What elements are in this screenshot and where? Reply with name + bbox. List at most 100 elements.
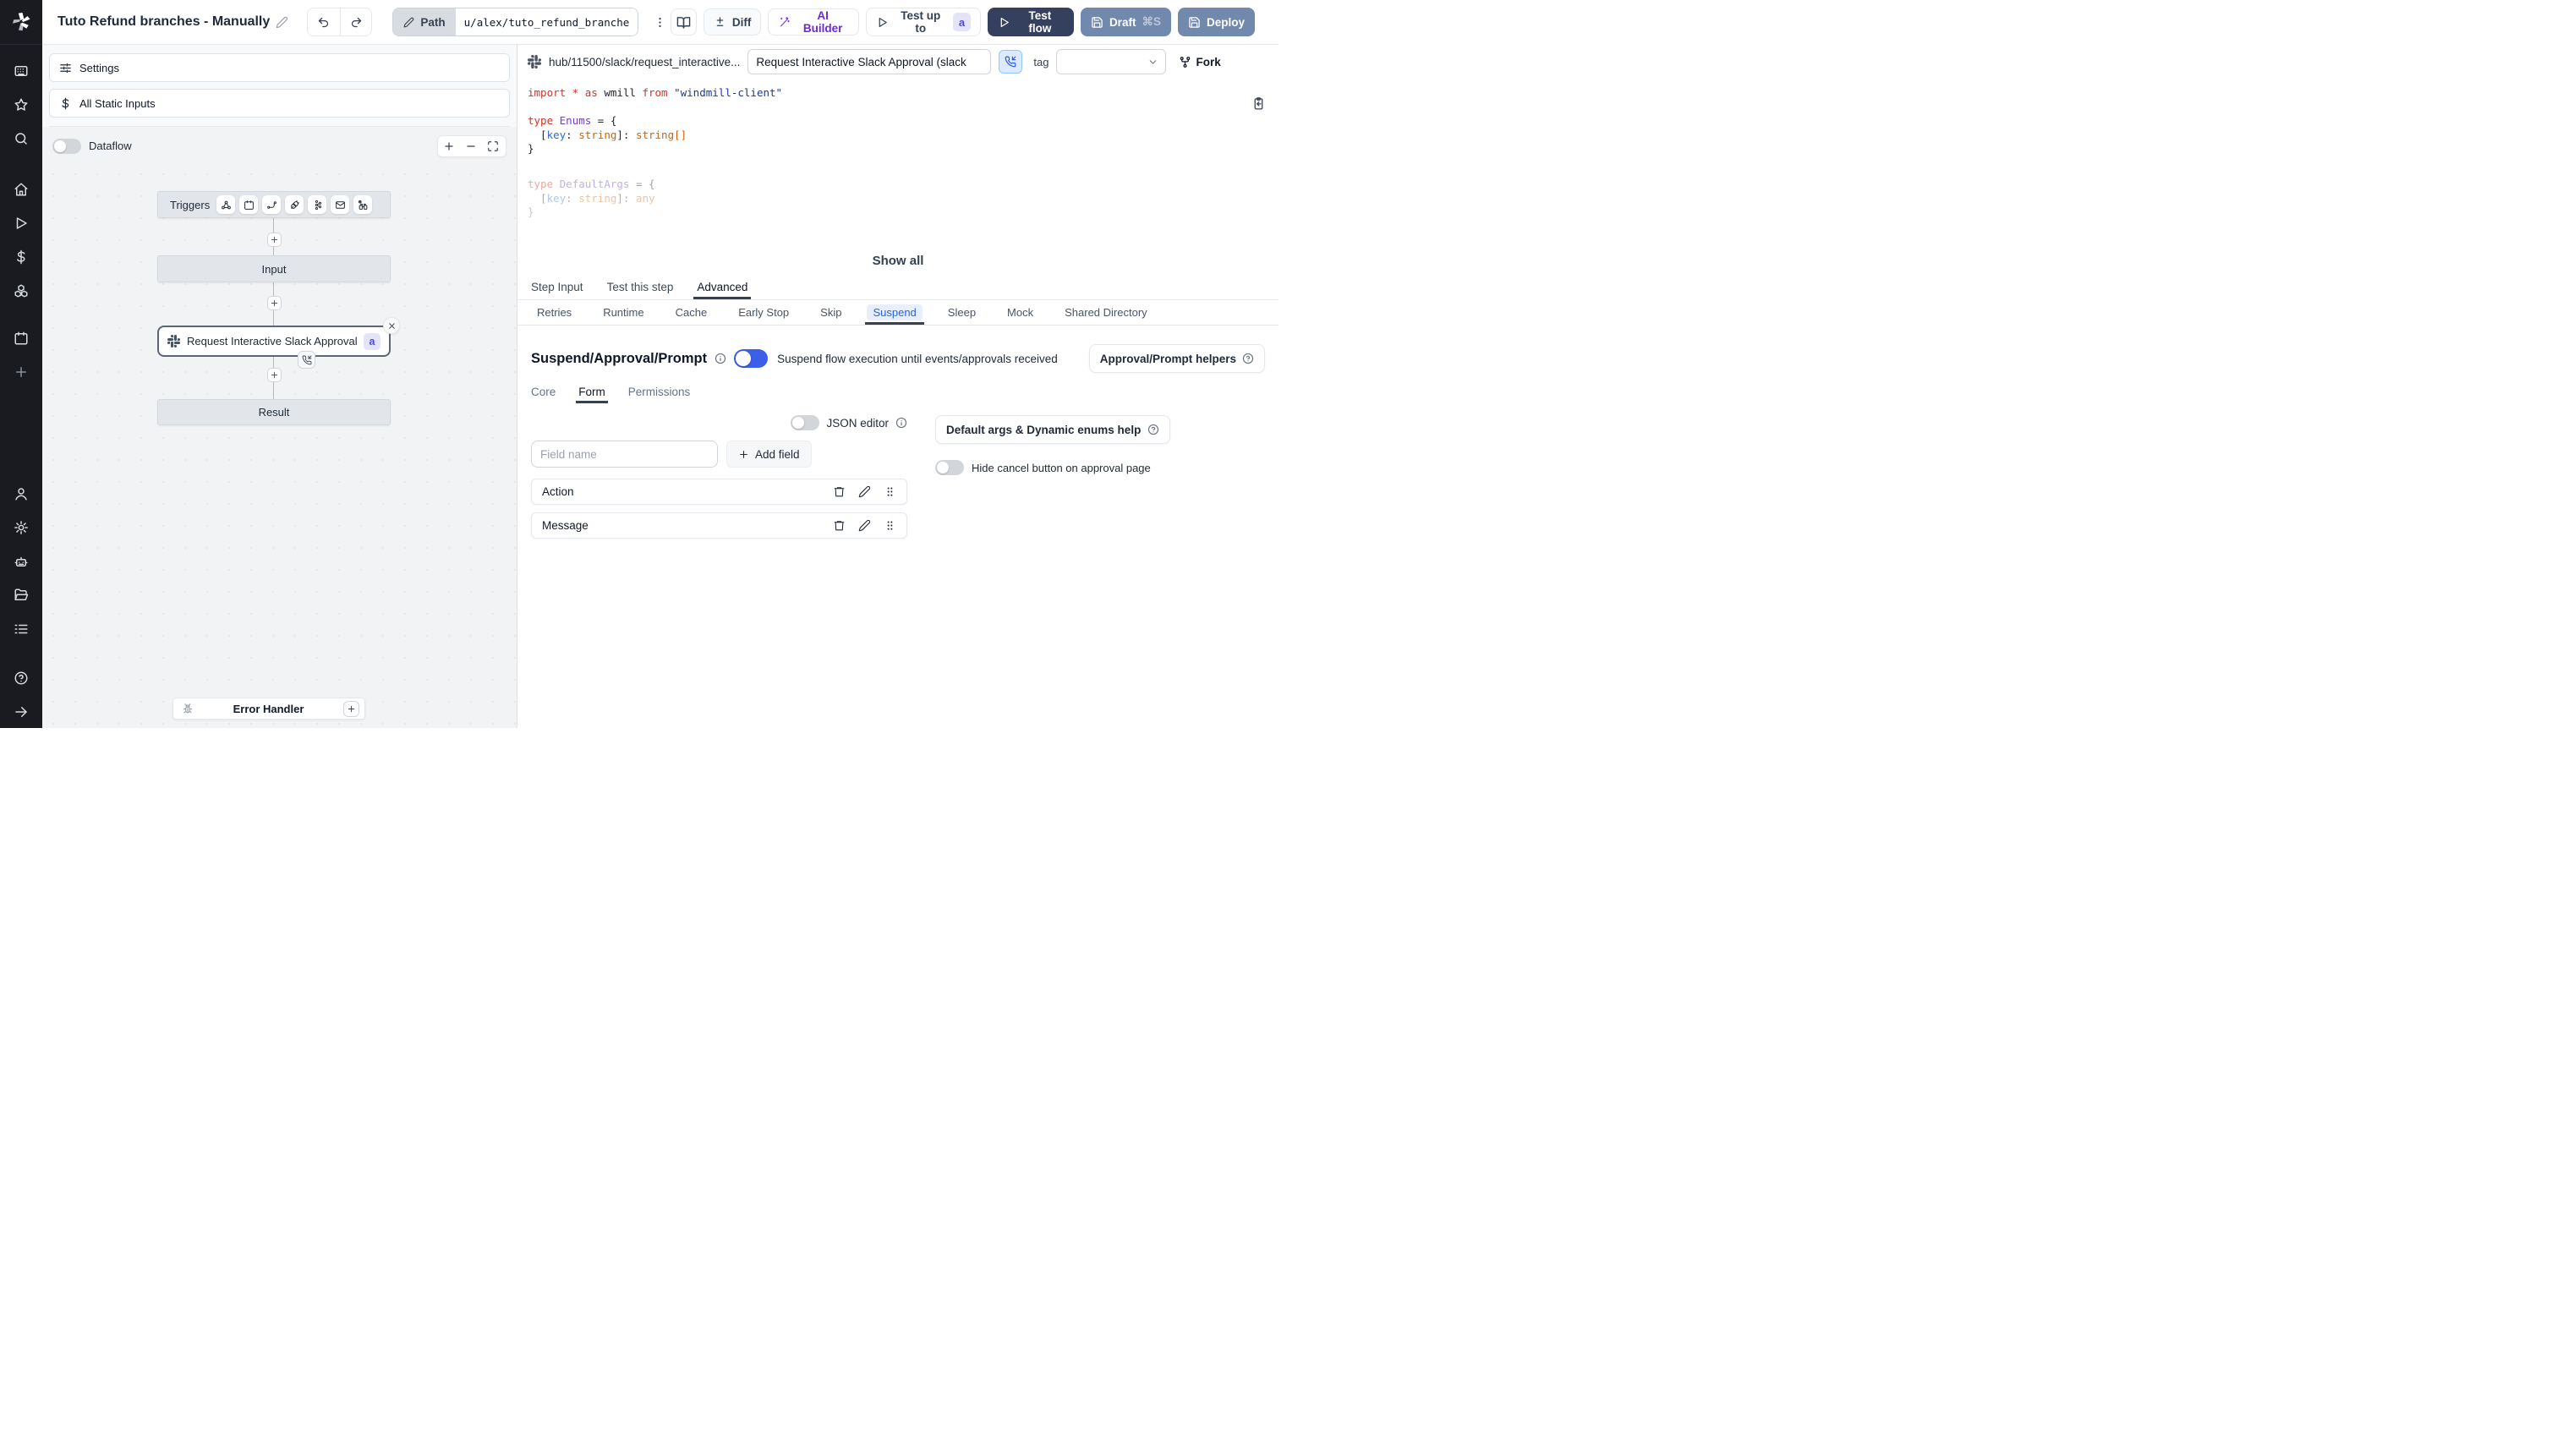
error-handler-node[interactable]: Error Handler xyxy=(172,698,365,720)
all-static-inputs-button[interactable]: All Static Inputs xyxy=(49,89,510,118)
approval-prompt-helpers-button[interactable]: Approval/Prompt helpers xyxy=(1088,344,1265,373)
tab-form[interactable]: Form xyxy=(576,380,608,403)
path-input[interactable] xyxy=(455,8,638,36)
save-draft-button[interactable]: Draft ⌘S xyxy=(1080,8,1171,36)
subtab-runtime[interactable]: Runtime xyxy=(597,300,649,325)
show-all-button[interactable]: Show all xyxy=(517,254,1278,268)
folders-icon[interactable] xyxy=(14,588,29,603)
path-button[interactable]: Path xyxy=(393,8,456,36)
settings-gear-icon[interactable] xyxy=(14,520,29,535)
hide-cancel-toggle[interactable] xyxy=(935,460,964,475)
slack-approval-step-node[interactable]: Request Interactive Slack Approval (... … xyxy=(157,326,391,357)
favorites-star-icon[interactable] xyxy=(14,97,29,112)
flow-settings-button[interactable]: Settings xyxy=(49,53,510,82)
home-icon[interactable] xyxy=(14,182,29,197)
trigger-websocket-icon[interactable] xyxy=(285,195,304,214)
edit-field-pencil-icon[interactable] xyxy=(858,519,871,532)
logs-list-icon[interactable] xyxy=(14,621,29,637)
subtab-shared-directory[interactable]: Shared Directory xyxy=(1059,300,1153,325)
runs-play-icon[interactable] xyxy=(14,216,29,231)
input-node[interactable]: Input xyxy=(157,255,391,282)
deploy-button[interactable]: Deploy xyxy=(1177,8,1255,36)
subtab-retries[interactable]: Retries xyxy=(531,300,578,325)
diff-button[interactable]: Diff xyxy=(703,8,762,36)
add-step-button[interactable] xyxy=(267,296,282,310)
subtab-sleep[interactable]: Sleep xyxy=(942,300,982,325)
add-step-button[interactable] xyxy=(267,233,282,247)
sliders-icon xyxy=(60,63,71,73)
hub-script-path[interactable]: hub/11500/slack/request_interactive... xyxy=(549,56,740,68)
save-icon xyxy=(1189,16,1200,28)
tag-select[interactable] xyxy=(1056,49,1167,74)
trigger-http-route-icon[interactable] xyxy=(262,195,282,214)
trigger-schedule-icon[interactable] xyxy=(239,195,259,214)
form-field-row-action[interactable]: Action xyxy=(531,479,907,505)
more-options-kebab-icon[interactable] xyxy=(650,8,671,36)
drag-field-grip-icon[interactable] xyxy=(884,519,896,532)
keyboard-shortcuts-icon[interactable] xyxy=(14,63,29,79)
chevron-down-icon xyxy=(1150,59,1157,64)
add-error-handler-button[interactable] xyxy=(343,700,359,717)
default-args-help-button[interactable]: Default args & Dynamic enums help xyxy=(935,415,1171,444)
tab-test-this-step[interactable]: Test this step xyxy=(607,275,674,299)
subtab-early-stop[interactable]: Early Stop xyxy=(732,300,795,325)
redo-button[interactable] xyxy=(339,8,372,36)
suspend-enabled-toggle[interactable] xyxy=(734,349,769,368)
bug-icon xyxy=(183,703,193,714)
workers-robot-icon[interactable] xyxy=(14,554,29,569)
zoom-out-button[interactable] xyxy=(465,140,479,153)
trigger-kafka-icon[interactable] xyxy=(308,195,327,214)
fit-view-button[interactable] xyxy=(487,140,501,153)
subtab-mock[interactable]: Mock xyxy=(1001,300,1039,325)
user-icon[interactable] xyxy=(14,486,29,501)
info-icon[interactable] xyxy=(715,353,726,364)
drag-field-grip-icon[interactable] xyxy=(884,485,896,498)
field-name-input[interactable] xyxy=(531,441,718,468)
search-icon[interactable] xyxy=(14,131,29,146)
resources-boxes-icon[interactable] xyxy=(14,283,29,298)
copy-code-clipboard-icon[interactable] xyxy=(1251,96,1267,111)
trigger-webhook-icon[interactable] xyxy=(216,195,236,214)
docs-book-button[interactable] xyxy=(670,8,697,36)
trigger-scheduled-poll-icon[interactable] xyxy=(353,195,373,214)
edit-field-pencil-icon[interactable] xyxy=(858,485,871,498)
schedules-calendar-icon[interactable] xyxy=(14,331,29,346)
subtab-cache[interactable]: Cache xyxy=(670,300,714,325)
expand-sidebar-arrow-icon[interactable] xyxy=(14,704,29,720)
help-icon[interactable] xyxy=(14,671,29,686)
suspend-phone-incoming-button[interactable] xyxy=(999,50,1023,74)
variables-dollar-icon[interactable] xyxy=(14,249,29,265)
tab-core[interactable]: Core xyxy=(531,380,556,403)
advanced-subtabs: Retries Runtime Cache Early Stop Skip Su… xyxy=(517,300,1278,326)
dataflow-toggle[interactable] xyxy=(52,138,81,154)
tab-advanced[interactable]: Advanced xyxy=(693,275,752,299)
tab-step-input[interactable]: Step Input xyxy=(531,275,583,299)
delete-field-trash-icon[interactable] xyxy=(833,519,846,532)
undo-button[interactable] xyxy=(308,8,340,36)
windmill-logo[interactable] xyxy=(0,0,42,45)
add-step-button[interactable] xyxy=(267,368,282,382)
fork-button[interactable]: Fork xyxy=(1179,56,1221,68)
delete-field-trash-icon[interactable] xyxy=(833,485,846,498)
canvas-zoom-controls xyxy=(437,134,506,157)
add-field-button[interactable]: Add field xyxy=(726,441,812,468)
edit-title-pencil-icon[interactable] xyxy=(276,16,288,29)
subtab-suspend[interactable]: Suspend xyxy=(865,300,925,325)
triggers-node[interactable]: Triggers xyxy=(157,191,391,218)
step-name-input[interactable] xyxy=(747,49,992,74)
ai-builder-button[interactable]: AI Builder xyxy=(768,8,860,36)
test-flow-button[interactable]: Test flow xyxy=(988,8,1074,36)
add-plus-icon[interactable] xyxy=(14,364,29,380)
delete-step-x-icon[interactable] xyxy=(383,317,400,334)
subtab-skip[interactable]: Skip xyxy=(814,300,847,325)
form-field-row-message[interactable]: Message xyxy=(531,512,907,539)
flow-canvas[interactable]: Triggers Input Request Interactive Slack… xyxy=(42,163,517,728)
info-icon[interactable] xyxy=(895,417,907,429)
trigger-email-icon[interactable] xyxy=(331,195,350,214)
json-editor-toggle[interactable] xyxy=(791,415,820,430)
code-preview[interactable]: import * as wmill from "windmill-client"… xyxy=(517,79,1278,275)
result-node[interactable]: Result xyxy=(157,399,391,425)
zoom-in-button[interactable] xyxy=(443,140,457,153)
test-up-to-button[interactable]: Test up to a xyxy=(866,8,982,36)
tab-permissions[interactable]: Permissions xyxy=(628,380,691,403)
